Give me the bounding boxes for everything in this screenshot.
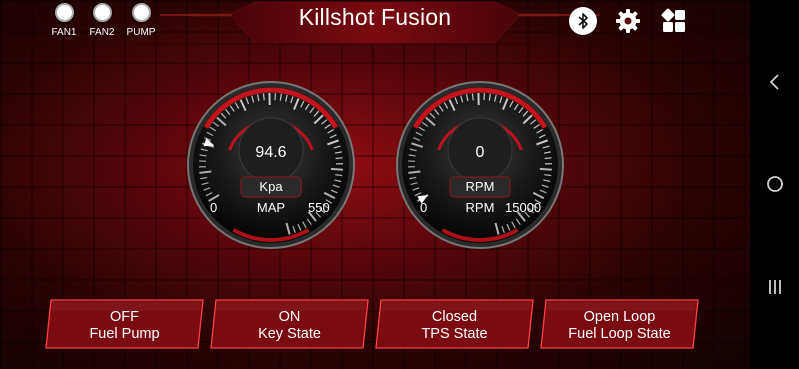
map-unit: Kpa xyxy=(259,179,283,194)
bluetooth-button[interactable] xyxy=(568,6,598,36)
fuel-loop-state-card[interactable]: Open Loop Fuel Loop State xyxy=(540,299,699,349)
gauge-tick xyxy=(199,170,212,174)
home-circle-icon xyxy=(766,176,783,192)
settings-button[interactable] xyxy=(613,6,643,36)
key-state-value: ON xyxy=(278,309,301,325)
map-value: 94.6 xyxy=(255,144,287,161)
map-min: 0 xyxy=(210,200,218,215)
rpm-gauge-dial xyxy=(396,81,564,249)
fuel-pump-label: Fuel Pump xyxy=(89,326,160,342)
fuel-pump-card[interactable]: OFF Fuel Pump xyxy=(45,299,204,349)
fan1-status-dot xyxy=(54,3,74,22)
gauge-tick xyxy=(471,93,474,101)
gauge-tick xyxy=(330,167,343,171)
dashboard-button[interactable] xyxy=(659,6,689,36)
rpm-gauge: 0 RPM RPM 0 15000 xyxy=(395,80,565,250)
pump-status-dot xyxy=(131,3,151,22)
fuel-pump-value: OFF xyxy=(110,309,139,325)
back-chevron-icon xyxy=(769,74,779,90)
pump-indicator: PUMP xyxy=(122,3,160,38)
fan1-label: FAN1 xyxy=(51,27,77,38)
dashboard-grid-icon xyxy=(661,8,685,32)
bluetooth-icon xyxy=(569,7,597,35)
fan2-status-dot xyxy=(92,3,112,22)
tps-state-value: Closed xyxy=(431,309,478,325)
map-max: 550 xyxy=(308,200,330,215)
fuel-loop-state-label: Fuel Loop State xyxy=(568,326,671,342)
home-button[interactable] xyxy=(750,164,799,204)
recents-button[interactable] xyxy=(750,267,799,307)
tps-state-label: TPS State xyxy=(421,326,488,342)
gauge-tick xyxy=(408,170,421,174)
back-button[interactable] xyxy=(750,62,799,102)
app-title: Killshot Fusion xyxy=(298,4,452,30)
gauge-tick xyxy=(262,93,265,101)
map-gauge: 94.6 Kpa MAP 0 550 xyxy=(186,80,356,250)
fan2-label: FAN2 xyxy=(89,27,115,38)
fuel-loop-state-value: Open Loop xyxy=(583,309,656,325)
fan2-indicator: FAN2 xyxy=(83,3,121,38)
system-navigation-bar xyxy=(750,0,799,369)
gear-icon xyxy=(616,9,640,33)
gauge-tick xyxy=(539,167,552,171)
rpm-value: 0 xyxy=(475,144,485,161)
pump-label: PUMP xyxy=(126,27,156,38)
rpm-min: 0 xyxy=(420,200,428,215)
recents-icon xyxy=(768,280,781,294)
rpm-max: 15000 xyxy=(505,200,542,215)
key-state-card[interactable]: ON Key State xyxy=(210,299,369,349)
map-gauge-dial xyxy=(187,81,355,249)
rpm-unit: RPM xyxy=(465,179,495,194)
key-state-label: Key State xyxy=(258,326,321,342)
fan1-indicator: FAN1 xyxy=(45,3,83,38)
tps-state-card[interactable]: Closed TPS State xyxy=(375,299,534,349)
